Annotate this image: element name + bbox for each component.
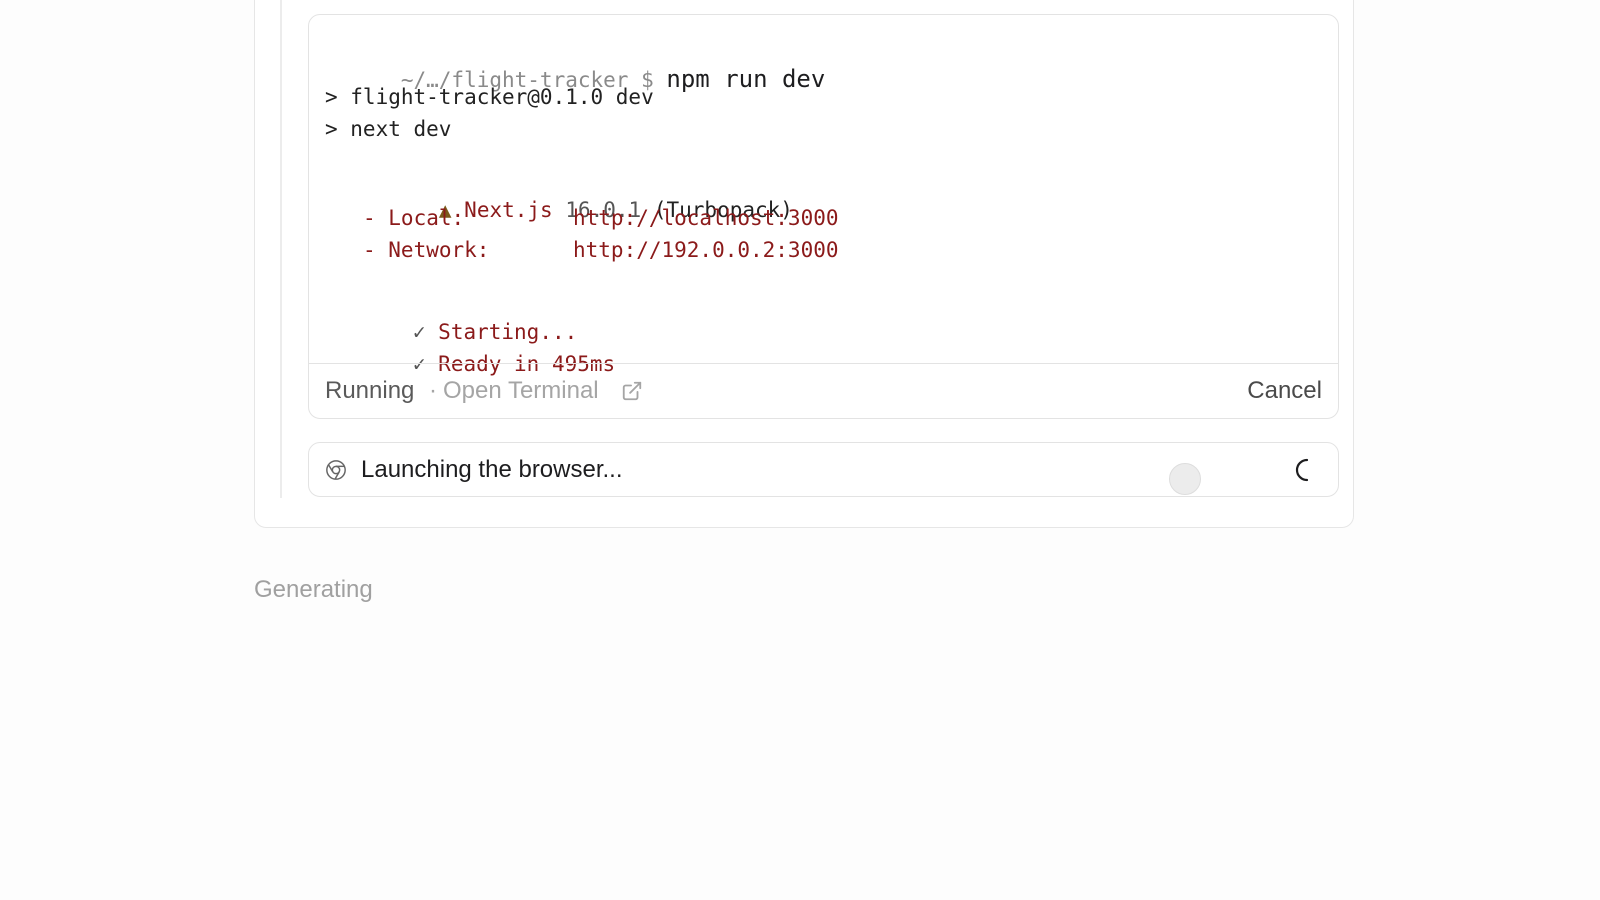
local-url[interactable]: http://localhost:3000 <box>573 206 839 230</box>
terminal-output: ~/…/flight-tracker $ npm run dev > fligh… <box>309 15 1338 376</box>
mouse-cursor-indicator <box>1169 463 1201 495</box>
browser-icon <box>326 460 346 480</box>
next-name: Next.js <box>464 198 553 222</box>
browser-task-label: Launching the browser... <box>361 456 623 483</box>
thread-line <box>280 0 282 498</box>
loading-spinner-icon <box>1295 458 1309 482</box>
separator-dot: · <box>429 377 437 404</box>
open-terminal-link[interactable]: Open Terminal <box>443 377 599 405</box>
generating-status: Generating <box>254 576 373 603</box>
terminal-footer: Running · Open Terminal Cancel <box>309 363 1338 418</box>
terminal-line: > flight-tracker@0.1.0 dev <box>325 85 654 109</box>
running-status: Running <box>325 377 415 404</box>
terminal-line: > next dev <box>325 117 452 141</box>
command-text: npm run dev <box>666 65 826 93</box>
local-label: - Local: <box>363 206 465 230</box>
browser-task-panel: Launching the browser... <box>308 442 1339 497</box>
network-label: - Network: <box>363 238 490 262</box>
terminal-panel: ~/…/flight-tracker $ npm run dev > fligh… <box>308 14 1339 419</box>
cancel-button[interactable]: Cancel <box>1247 377 1322 405</box>
external-link-icon[interactable] <box>621 380 643 402</box>
network-url[interactable]: http://192.0.0.2:3000 <box>573 238 839 262</box>
